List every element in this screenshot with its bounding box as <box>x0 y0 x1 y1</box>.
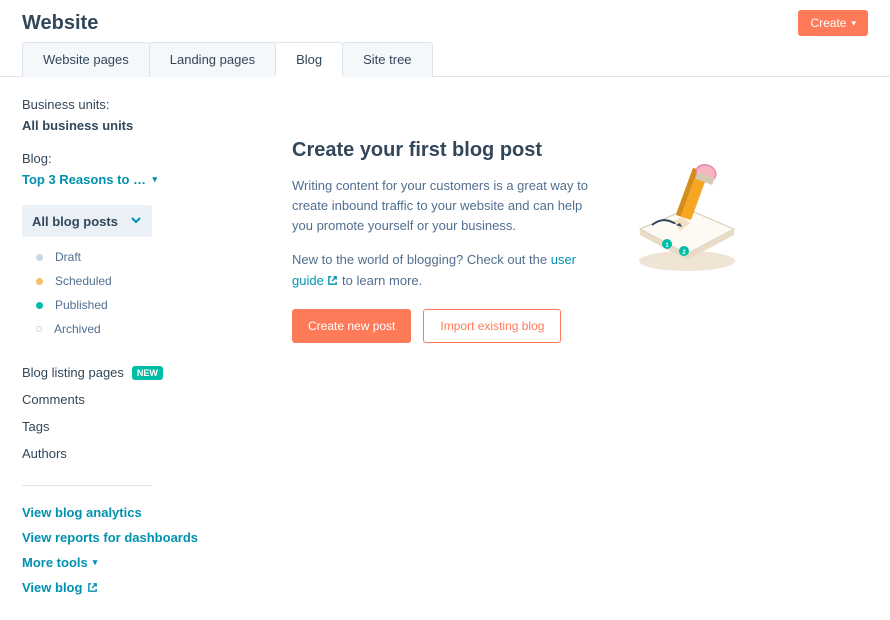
tab-blog[interactable]: Blog <box>275 42 343 77</box>
blog-select-value: Top 3 Reasons to Recycl… <box>22 172 146 187</box>
business-units-label: Business units: <box>22 97 222 112</box>
external-link-icon <box>87 582 98 593</box>
filter-all-blog-posts[interactable]: All blog posts <box>22 205 152 237</box>
caret-down-icon: ▾ <box>851 18 856 29</box>
nav-list: Blog listing pages NEW Comments Tags Aut… <box>22 355 222 467</box>
nav-authors[interactable]: Authors <box>22 440 222 467</box>
body2-suffix: to learn more. <box>338 273 422 288</box>
tab-website-pages[interactable]: Website pages <box>22 42 150 77</box>
status-archived[interactable]: Archived <box>22 317 222 341</box>
status-published[interactable]: Published <box>22 293 222 317</box>
link-label: More tools <box>22 555 88 570</box>
tabs: Website pages Landing pages Blog Site tr… <box>0 42 890 77</box>
status-dot-icon <box>36 278 43 285</box>
status-dot-icon <box>36 326 42 332</box>
status-dot-icon <box>36 254 43 261</box>
status-label: Draft <box>55 250 81 264</box>
body2-prefix: New to the world of blogging? Check out … <box>292 252 551 267</box>
chevron-down-icon <box>130 213 142 229</box>
nav-blog-listing-pages[interactable]: Blog listing pages NEW <box>22 359 222 386</box>
content-body-1: Writing content for your customers is a … <box>292 176 592 236</box>
link-view-blog-analytics[interactable]: View blog analytics <box>22 500 222 525</box>
sidebar: Business units: All business units Blog:… <box>22 97 222 600</box>
link-view-blog[interactable]: View blog <box>22 575 222 600</box>
blog-select[interactable]: Top 3 Reasons to Recycl… ▾ <box>22 172 157 187</box>
link-view-reports[interactable]: View reports for dashboards <box>22 525 222 550</box>
nav-label: Blog listing pages <box>22 365 124 380</box>
page-title: Website <box>22 12 98 35</box>
new-badge: NEW <box>132 366 163 380</box>
status-dot-icon <box>36 302 43 309</box>
link-label: View blog <box>22 580 82 595</box>
create-new-post-button[interactable]: Create new post <box>292 309 411 343</box>
import-existing-blog-button[interactable]: Import existing blog <box>423 309 561 343</box>
divider <box>22 485 152 486</box>
tab-landing-pages[interactable]: Landing pages <box>149 42 276 77</box>
status-label: Archived <box>54 322 101 336</box>
caret-down-icon: ▾ <box>152 174 157 185</box>
status-label: Published <box>55 298 108 312</box>
content-heading: Create your first blog post <box>292 139 592 162</box>
nav-tags[interactable]: Tags <box>22 413 222 440</box>
content-body-2: New to the world of blogging? Check out … <box>292 250 592 290</box>
create-button[interactable]: Create ▾ <box>798 10 868 36</box>
nav-comments[interactable]: Comments <box>22 386 222 413</box>
status-label: Scheduled <box>55 274 112 288</box>
caret-down-icon: ▾ <box>93 557 98 568</box>
filter-label: All blog posts <box>32 214 118 229</box>
content-area: Create your first blog post Writing cont… <box>222 97 868 600</box>
external-link-icon <box>327 275 338 286</box>
status-list: Draft Scheduled Published Archived <box>22 237 222 355</box>
tab-site-tree[interactable]: Site tree <box>342 42 432 77</box>
status-draft[interactable]: Draft <box>22 245 222 269</box>
status-scheduled[interactable]: Scheduled <box>22 269 222 293</box>
link-more-tools[interactable]: More tools ▾ <box>22 550 222 575</box>
blog-label: Blog: <box>22 151 222 166</box>
create-button-label: Create <box>810 16 846 30</box>
pencil-illustration: 1 2 <box>622 159 752 279</box>
business-units-select[interactable]: All business units <box>22 118 222 133</box>
